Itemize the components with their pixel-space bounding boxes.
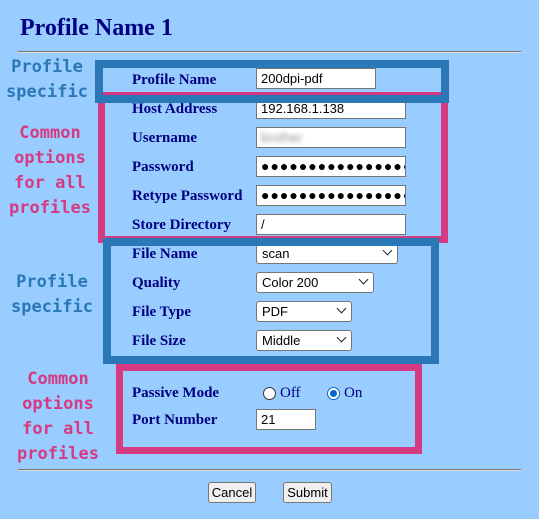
annotation-line: profiles bbox=[9, 198, 91, 218]
annotation-line: Profile bbox=[16, 272, 88, 292]
profile-specific-box-2 bbox=[103, 238, 439, 364]
common-options-box-2 bbox=[116, 364, 422, 454]
annotation-line: Common bbox=[19, 123, 81, 143]
annotation-line: options bbox=[14, 148, 86, 168]
submit-button[interactable]: Submit bbox=[283, 482, 332, 503]
profile-specific-box-1 bbox=[95, 60, 449, 103]
profile-specific-annotation-2: Profile specific bbox=[4, 270, 100, 320]
annotation-line: profiles bbox=[17, 444, 99, 464]
profile-specific-annotation-1: Profile specific bbox=[0, 55, 94, 105]
annotation-line: Common bbox=[27, 369, 89, 389]
bottom-divider bbox=[18, 469, 521, 471]
annotation-line: Profile bbox=[11, 57, 83, 77]
common-options-box-1 bbox=[98, 92, 448, 243]
common-options-annotation-1: Common options for all profiles bbox=[2, 121, 98, 221]
annotation-line: for all bbox=[22, 419, 94, 439]
cancel-button[interactable]: Cancel bbox=[208, 482, 256, 503]
annotation-line: specific bbox=[6, 82, 88, 102]
page-title: Profile Name 1 bbox=[20, 15, 173, 41]
annotation-line: specific bbox=[11, 297, 93, 317]
common-options-annotation-2: Common options for all profiles bbox=[8, 367, 108, 467]
top-divider bbox=[18, 51, 521, 53]
annotation-line: for all bbox=[14, 173, 86, 193]
annotation-line: options bbox=[22, 394, 94, 414]
